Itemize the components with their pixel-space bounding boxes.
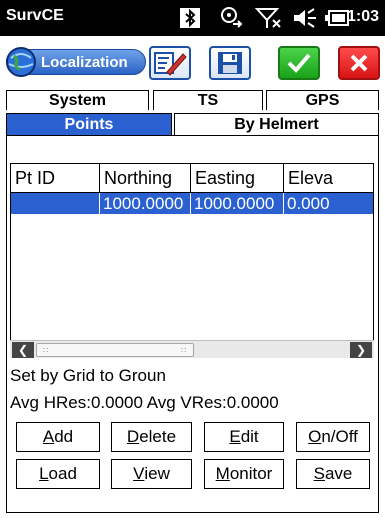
tab-ts[interactable]: TS bbox=[153, 90, 263, 110]
grip-icon: ∷ bbox=[43, 346, 49, 355]
volume-icon bbox=[291, 5, 319, 31]
edit-button[interactable] bbox=[149, 46, 191, 80]
battery-icon bbox=[325, 5, 349, 31]
localization-method-text: Set by Grid to Groun bbox=[10, 366, 166, 385]
column-header-pt-id[interactable]: Pt ID bbox=[11, 164, 100, 193]
tab-system[interactable]: System bbox=[6, 90, 149, 110]
add-button[interactable]: Add bbox=[16, 422, 100, 452]
horizontal-scrollbar[interactable]: ❮ ∷ ∷ ❯ bbox=[10, 340, 374, 358]
tab-by-helmert[interactable]: By Helmert bbox=[174, 113, 379, 135]
monitor-button[interactable]: Monitor bbox=[204, 459, 284, 489]
edit-point-button[interactable]: Edit bbox=[204, 422, 284, 452]
clock: 1:03 bbox=[346, 8, 379, 25]
app-name: SurvCE bbox=[6, 7, 64, 24]
column-header-northing[interactable]: Northing bbox=[100, 164, 191, 193]
load-button[interactable]: Load bbox=[16, 459, 100, 489]
edit-icon bbox=[154, 52, 187, 76]
residuals-text: Avg HRes:0.0000 Avg VRes:0.0000 bbox=[10, 393, 279, 412]
status-bar: SurvCE 1:03 bbox=[0, 0, 385, 36]
delete-button[interactable]: Delete bbox=[111, 422, 192, 452]
column-header-easting[interactable]: Easting bbox=[191, 164, 284, 193]
ok-button[interactable] bbox=[278, 46, 320, 80]
points-table[interactable]: Pt ID Northing Easting Eleva 1000.0000 1… bbox=[10, 163, 374, 358]
grip-icon: ∷ bbox=[181, 346, 187, 355]
connectivity-icon bbox=[216, 5, 246, 31]
tab-points[interactable]: Points bbox=[6, 113, 172, 135]
scrollbar-thumb[interactable]: ∷ ∷ bbox=[36, 343, 194, 357]
tab-gps[interactable]: GPS bbox=[266, 90, 379, 110]
dialog-title-label: Localization bbox=[41, 54, 128, 71]
tab-row-bottom: Points By Helmert bbox=[6, 113, 379, 135]
table-row[interactable]: 1000.0000 1000.0000 0.000 bbox=[11, 193, 373, 214]
column-header-elevation[interactable]: Eleva bbox=[284, 164, 373, 193]
save-icon bbox=[218, 52, 242, 74]
scroll-right-arrow-icon[interactable]: ❯ bbox=[350, 342, 372, 358]
view-button[interactable]: View bbox=[111, 459, 192, 489]
signal-off-icon bbox=[254, 5, 284, 31]
cell-elevation: 0.000 bbox=[287, 194, 330, 213]
cell-easting: 1000.0000 bbox=[191, 193, 284, 214]
save-toolbar-button[interactable] bbox=[209, 46, 251, 80]
check-icon bbox=[287, 53, 311, 73]
globe-icon bbox=[6, 47, 36, 77]
cell-northing: 1000.0000 bbox=[100, 193, 191, 214]
bluetooth-icon bbox=[177, 5, 203, 31]
on-off-button[interactable]: On/Off bbox=[296, 422, 370, 452]
close-icon bbox=[350, 54, 368, 72]
cell-pt-id bbox=[11, 193, 100, 214]
dialog-title: Localization bbox=[6, 47, 146, 77]
table-header: Pt ID Northing Easting Eleva bbox=[11, 164, 373, 193]
scroll-left-arrow-icon[interactable]: ❮ bbox=[12, 342, 34, 358]
save-button[interactable]: Save bbox=[296, 459, 370, 489]
tab-row-top: System TS GPS bbox=[6, 90, 379, 110]
cancel-button[interactable] bbox=[338, 46, 380, 80]
